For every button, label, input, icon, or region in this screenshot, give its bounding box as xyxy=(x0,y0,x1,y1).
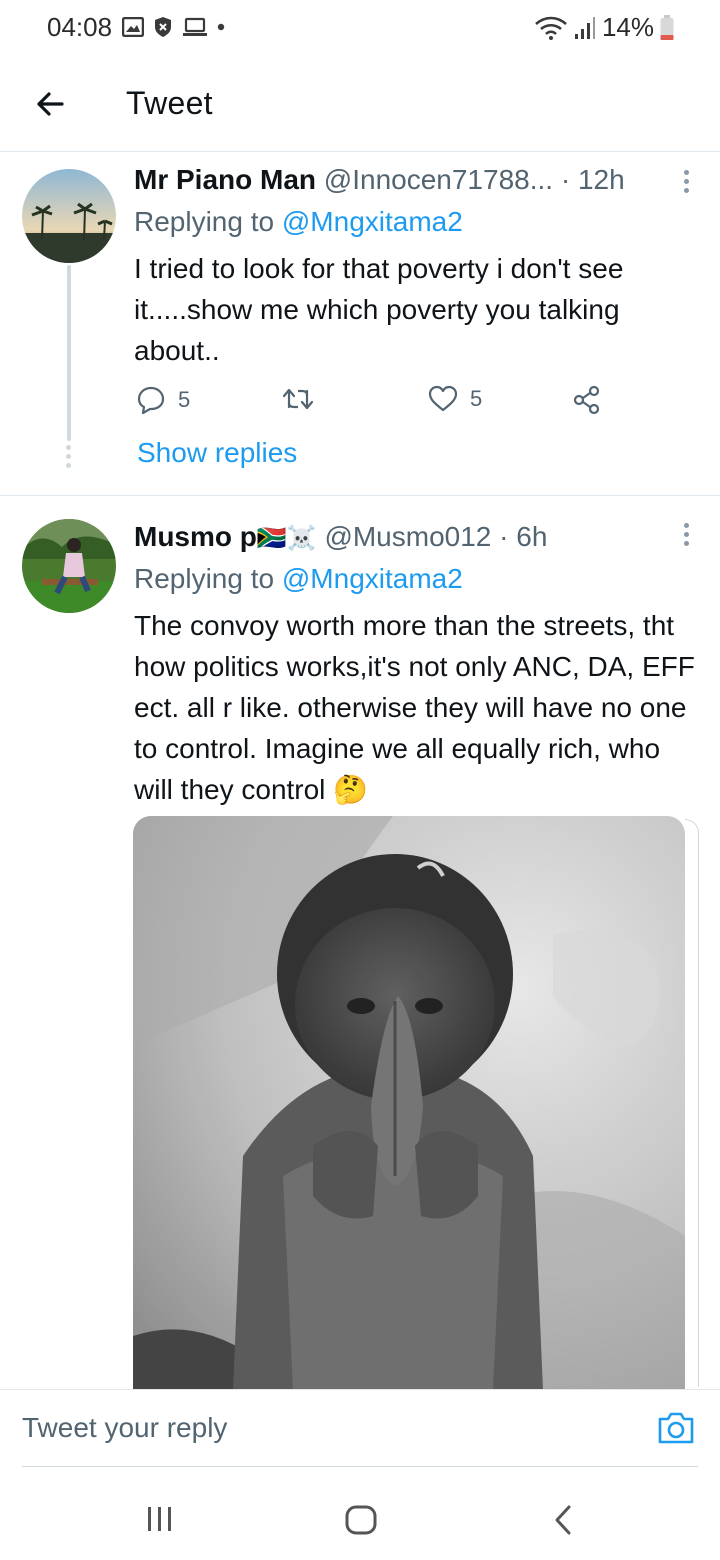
tweet[interactable]: Musmo p🇿🇦☠️ @Musmo012 · 6h Replying to @… xyxy=(0,497,720,1390)
recent-apps-icon[interactable] xyxy=(146,1504,174,1534)
gallery-icon xyxy=(122,17,144,37)
back-nav-icon[interactable] xyxy=(552,1504,574,1536)
avatar[interactable] xyxy=(22,169,116,263)
laptop-icon xyxy=(183,17,207,36)
show-replies-link[interactable]: Show replies xyxy=(137,437,297,469)
more-vertical-icon[interactable] xyxy=(684,170,692,196)
reply-bar: Tweet your reply xyxy=(0,1389,720,1469)
status-bar: 04:08 14% xyxy=(0,0,720,60)
like-action[interactable]: 5 xyxy=(428,385,482,413)
reply-count: 5 xyxy=(178,387,191,412)
retweet-action[interactable] xyxy=(282,385,314,413)
thread-dots xyxy=(66,445,72,468)
tweet-time: 6h xyxy=(516,521,548,552)
tweet-photo[interactable] xyxy=(133,816,685,1390)
reply-input-underline xyxy=(22,1466,698,1467)
page-title: Tweet xyxy=(126,85,213,121)
thread-line xyxy=(67,265,71,441)
tweet-time: 12h xyxy=(577,164,625,195)
status-time: 04:08 xyxy=(47,12,113,42)
arrow-left-icon[interactable] xyxy=(32,86,68,122)
battery-percent: 14% xyxy=(601,12,654,42)
user-handle[interactable]: @Musmo012 xyxy=(324,521,491,552)
status-right-icons: 14% xyxy=(534,12,674,43)
replying-to-label: Replying to xyxy=(134,206,282,237)
photo-child-praying xyxy=(133,816,685,1390)
media-carousel-edge xyxy=(685,819,699,1387)
mention-link[interactable]: @Mngxitama2 xyxy=(282,563,463,594)
display-name[interactable]: Musmo p xyxy=(134,521,257,552)
retweet-icon xyxy=(282,388,314,410)
wifi-icon xyxy=(535,16,567,40)
comment-icon xyxy=(137,386,165,415)
display-name[interactable]: Mr Piano Man xyxy=(134,164,316,195)
camera-icon[interactable] xyxy=(656,1410,696,1446)
name-emoji: 🇿🇦☠️ xyxy=(256,525,317,552)
status-notification-icons xyxy=(122,16,225,38)
reply-action[interactable]: 5 xyxy=(136,385,190,415)
tweet-text: I tried to look for that poverty i don't… xyxy=(134,253,624,366)
signal-icon xyxy=(574,16,595,39)
app-header: Tweet xyxy=(0,60,720,152)
shield-icon xyxy=(155,17,171,37)
tweet-text: The convoy worth more than the streets, … xyxy=(134,605,696,810)
share-icon xyxy=(573,385,600,415)
avatar[interactable] xyxy=(22,519,116,613)
tweet-text-content: The convoy worth more than the streets, … xyxy=(134,610,695,805)
tweet-header: Musmo p🇿🇦☠️ @Musmo012 · 6h xyxy=(134,521,548,552)
replying-to-label: Replying to xyxy=(134,563,282,594)
dot-icon xyxy=(217,23,225,31)
battery-icon xyxy=(660,14,674,40)
tweet-header: Mr Piano Man @Innocen71788... · 12h xyxy=(134,164,625,195)
share-action[interactable] xyxy=(572,385,602,415)
avatar-image xyxy=(22,519,116,613)
system-nav-bar xyxy=(0,1470,720,1560)
avatar-image xyxy=(22,169,116,263)
tweet[interactable]: Mr Piano Man @Innocen71788... · 12h Repl… xyxy=(0,153,720,496)
replying-to: Replying to @Mngxitama2 xyxy=(134,559,463,599)
more-vertical-icon[interactable] xyxy=(684,523,692,549)
like-count: 5 xyxy=(470,386,483,411)
mention-link[interactable]: @Mngxitama2 xyxy=(282,206,463,237)
tweet-actions: 5 5 xyxy=(134,385,614,425)
reply-input[interactable]: Tweet your reply xyxy=(22,1412,227,1444)
home-icon[interactable] xyxy=(344,1504,378,1536)
heart-icon xyxy=(428,385,458,412)
replying-to: Replying to @Mngxitama2 xyxy=(134,202,463,242)
user-handle[interactable]: @Innocen71788... xyxy=(324,164,553,195)
thinking-face-emoji: 🤔 xyxy=(333,774,369,805)
